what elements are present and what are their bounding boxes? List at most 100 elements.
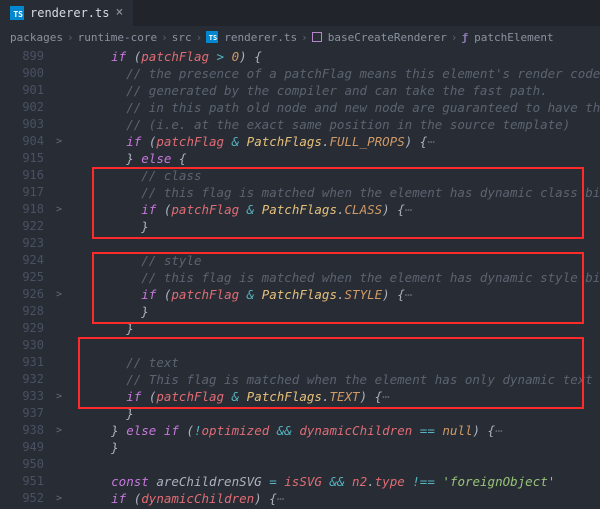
- line-number: 903: [4, 116, 52, 133]
- line-number: 932: [4, 371, 52, 388]
- code-text[interactable]: // this flag is matched when the element…: [66, 269, 600, 286]
- code-text[interactable]: // this flag is matched when the element…: [66, 184, 600, 201]
- code-line[interactable]: 930: [4, 337, 600, 354]
- line-number: 937: [4, 405, 52, 422]
- code-editor[interactable]: 899 if (patchFlag > 0) {900 // the prese…: [0, 48, 600, 509]
- fold-toggle-icon[interactable]: >: [52, 201, 66, 218]
- close-icon[interactable]: ×: [115, 5, 123, 20]
- code-text[interactable]: } else if (!optimized && dynamicChildren…: [66, 422, 600, 439]
- line-number: 899: [4, 48, 52, 65]
- breadcrumb-segment[interactable]: runtime-core: [78, 31, 157, 44]
- code-body[interactable]: 899 if (patchFlag > 0) {900 // the prese…: [0, 48, 600, 509]
- fold-toggle-icon: [52, 82, 66, 99]
- code-line[interactable]: 929 }: [4, 320, 600, 337]
- code-line[interactable]: 938> } else if (!optimized && dynamicChi…: [4, 422, 600, 439]
- line-number: 930: [4, 337, 52, 354]
- code-text[interactable]: // (i.e. at the exact same position in t…: [66, 116, 600, 133]
- code-line[interactable]: 923: [4, 235, 600, 252]
- code-line[interactable]: 900 // the presence of a patchFlag means…: [4, 65, 600, 82]
- code-line[interactable]: 901 // generated by the compiler and can…: [4, 82, 600, 99]
- fold-toggle-icon[interactable]: >: [52, 490, 66, 507]
- line-number: 915: [4, 150, 52, 167]
- line-number: 926: [4, 286, 52, 303]
- fold-toggle-icon: [52, 65, 66, 82]
- code-line[interactable]: 926> if (patchFlag & PatchFlags.STYLE) {…: [4, 286, 600, 303]
- code-line[interactable]: 903 // (i.e. at the exact same position …: [4, 116, 600, 133]
- code-text[interactable]: [66, 456, 600, 473]
- fold-toggle-icon: [52, 218, 66, 235]
- code-line[interactable]: 933> if (patchFlag & PatchFlags.TEXT) {⋯: [4, 388, 600, 405]
- code-text[interactable]: // style: [66, 252, 600, 269]
- code-text[interactable]: [66, 235, 600, 252]
- code-line[interactable]: 922 }: [4, 218, 600, 235]
- code-text[interactable]: [66, 337, 600, 354]
- code-text[interactable]: // class: [66, 167, 600, 184]
- tab-filename: renderer.ts: [30, 6, 109, 20]
- code-line[interactable]: 951 const areChildrenSVG = isSVG && n2.t…: [4, 473, 600, 490]
- code-line[interactable]: 904> if (patchFlag & PatchFlags.FULL_PRO…: [4, 133, 600, 150]
- fold-toggle-icon: [52, 473, 66, 490]
- code-line[interactable]: 928 }: [4, 303, 600, 320]
- line-number: 938: [4, 422, 52, 439]
- code-line[interactable]: 917 // this flag is matched when the ele…: [4, 184, 600, 201]
- fold-toggle-icon[interactable]: >: [52, 133, 66, 150]
- line-number: 952: [4, 490, 52, 507]
- symbol-module-icon: [312, 32, 322, 42]
- code-text[interactable]: } else {: [66, 150, 600, 167]
- code-text[interactable]: const areChildrenSVG = isSVG && n2.type …: [66, 473, 600, 490]
- code-line[interactable]: 924 // style: [4, 252, 600, 269]
- code-line[interactable]: 937 }: [4, 405, 600, 422]
- fold-toggle-icon[interactable]: >: [52, 422, 66, 439]
- typescript-icon: TS: [10, 6, 24, 20]
- code-line[interactable]: 931 // text: [4, 354, 600, 371]
- breadcrumb-segment[interactable]: src: [172, 31, 192, 44]
- fold-toggle-icon: [52, 184, 66, 201]
- code-text[interactable]: }: [66, 218, 600, 235]
- code-line[interactable]: 949 }: [4, 439, 600, 456]
- breadcrumb-symbol[interactable]: patchElement: [474, 31, 553, 44]
- line-number: 950: [4, 456, 52, 473]
- code-line[interactable]: 915 } else {: [4, 150, 600, 167]
- breadcrumb-file[interactable]: renderer.ts: [224, 31, 297, 44]
- code-text[interactable]: if (patchFlag & PatchFlags.FULL_PROPS) {…: [66, 133, 600, 150]
- code-text[interactable]: }: [66, 439, 600, 456]
- code-text[interactable]: // in this path old node and new node ar…: [66, 99, 600, 116]
- code-text[interactable]: if (patchFlag & PatchFlags.TEXT) {⋯: [66, 388, 600, 405]
- code-text[interactable]: }: [66, 303, 600, 320]
- code-text[interactable]: }: [66, 320, 600, 337]
- code-text[interactable]: if (dynamicChildren) {⋯: [66, 490, 600, 507]
- tab-renderer-ts[interactable]: TS renderer.ts ×: [0, 0, 133, 26]
- code-text[interactable]: // generated by the compiler and can tak…: [66, 82, 600, 99]
- code-line[interactable]: 952> if (dynamicChildren) {⋯: [4, 490, 600, 507]
- code-text[interactable]: // the presence of a patchFlag means thi…: [66, 65, 600, 82]
- code-line[interactable]: 925 // this flag is matched when the ele…: [4, 269, 600, 286]
- fold-toggle-icon: [52, 354, 66, 371]
- fold-toggle-icon[interactable]: >: [52, 286, 66, 303]
- line-number: 929: [4, 320, 52, 337]
- code-line[interactable]: 918> if (patchFlag & PatchFlags.CLASS) {…: [4, 201, 600, 218]
- code-text[interactable]: }: [66, 405, 600, 422]
- code-text[interactable]: if (patchFlag & PatchFlags.CLASS) {⋯: [66, 201, 600, 218]
- fold-toggle-icon: [52, 269, 66, 286]
- code-text[interactable]: if (patchFlag > 0) {: [66, 48, 600, 65]
- code-line[interactable]: 932 // This flag is matched when the ele…: [4, 371, 600, 388]
- line-number: 933: [4, 388, 52, 405]
- fold-toggle-icon: [52, 456, 66, 473]
- fold-toggle-icon[interactable]: >: [52, 388, 66, 405]
- fold-toggle-icon: [52, 167, 66, 184]
- fold-toggle-icon: [52, 116, 66, 133]
- fold-toggle-icon: [52, 150, 66, 167]
- code-line[interactable]: 899 if (patchFlag > 0) {: [4, 48, 600, 65]
- breadcrumb-symbol[interactable]: baseCreateRenderer: [328, 31, 447, 44]
- code-text[interactable]: // This flag is matched when the element…: [66, 371, 600, 388]
- breadcrumb-segment[interactable]: packages: [10, 31, 63, 44]
- breadcrumb[interactable]: packages› runtime-core› src› TS renderer…: [0, 26, 600, 48]
- code-line[interactable]: 950: [4, 456, 600, 473]
- fold-toggle-icon: [52, 252, 66, 269]
- code-text[interactable]: // text: [66, 354, 600, 371]
- code-line[interactable]: 916 // class: [4, 167, 600, 184]
- editor-tabbar: TS renderer.ts ×: [0, 0, 600, 26]
- code-text[interactable]: if (patchFlag & PatchFlags.STYLE) {⋯: [66, 286, 600, 303]
- fold-toggle-icon: [52, 99, 66, 116]
- code-line[interactable]: 902 // in this path old node and new nod…: [4, 99, 600, 116]
